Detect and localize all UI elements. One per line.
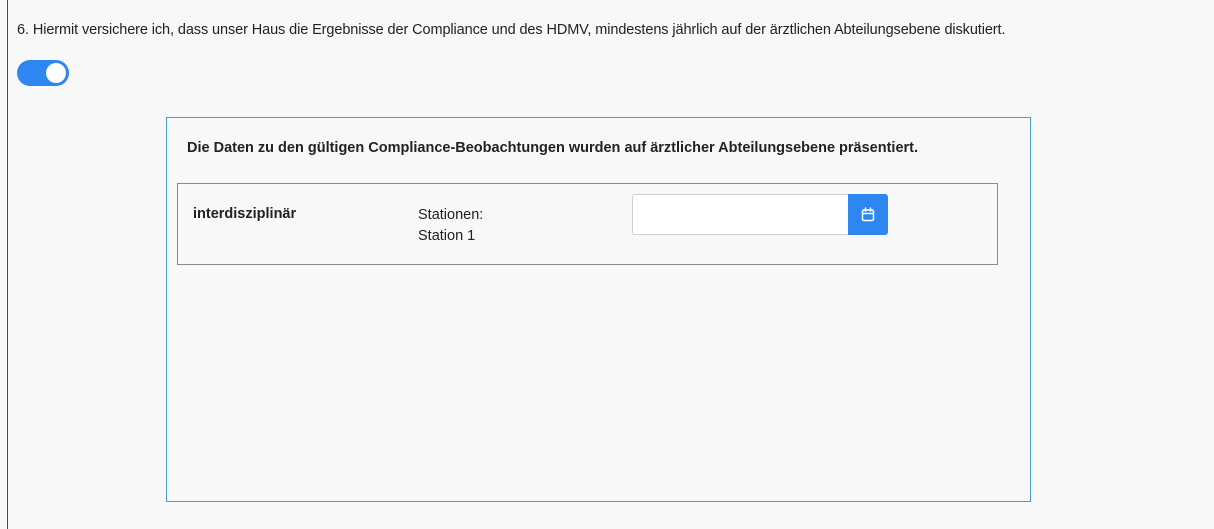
calendar-button[interactable] — [848, 194, 888, 235]
stations-info: Stationen: Station 1 — [418, 205, 483, 247]
toggle-knob — [46, 63, 66, 83]
panel-title: Die Daten zu den gültigen Compliance-Beo… — [187, 140, 919, 156]
calendar-icon — [861, 207, 875, 222]
department-name: interdisziplinär — [193, 206, 297, 222]
confirmation-toggle[interactable] — [17, 60, 69, 86]
stations-label: Stationen: — [418, 207, 484, 223]
department-row: interdisziplinär Stationen: Station 1 — [177, 183, 998, 265]
question-text: 6. Hiermit versichere ich, dass unser Ha… — [17, 22, 1006, 38]
compliance-panel: Die Daten zu den gültigen Compliance-Beo… — [166, 117, 1031, 502]
date-input[interactable] — [632, 194, 848, 235]
stations-value: Station 1 — [418, 228, 476, 244]
page-left-border — [7, 0, 8, 529]
